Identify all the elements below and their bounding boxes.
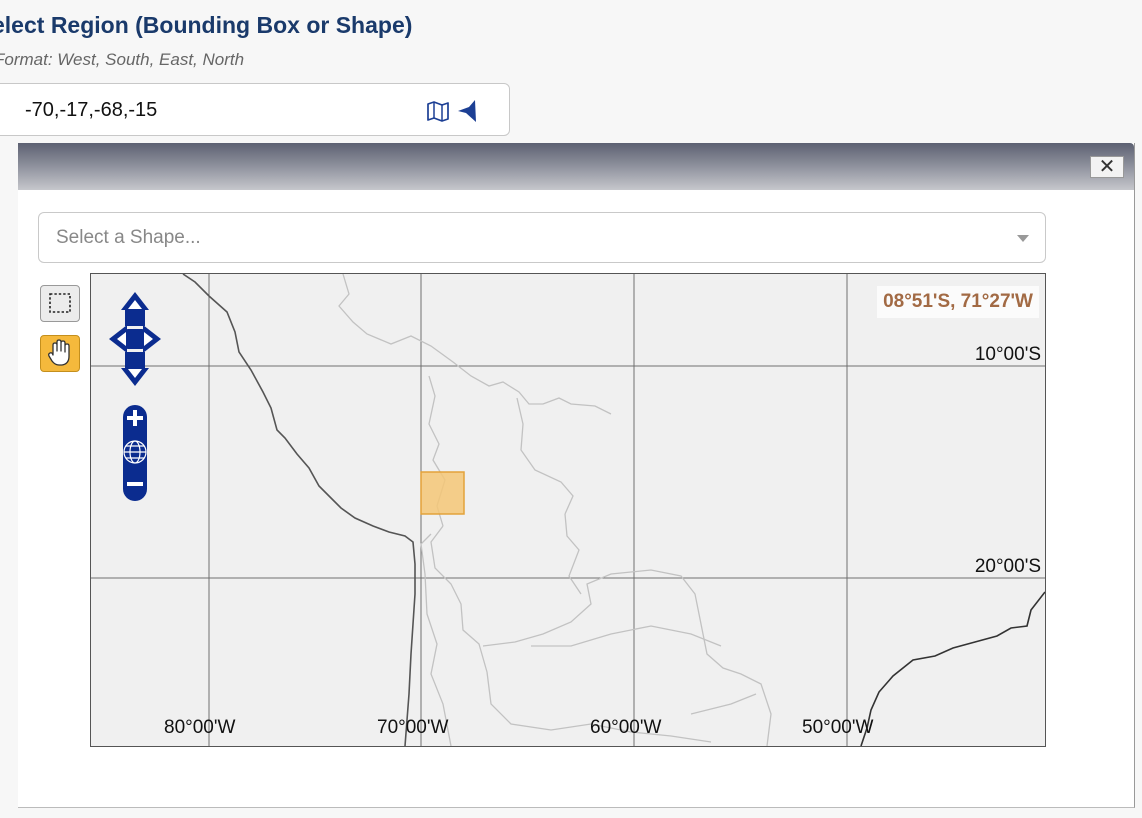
shape-select-placeholder: Select a Shape... — [56, 227, 201, 248]
map-graticule — [91, 274, 1045, 746]
lon-label-60w: 60°00'W — [590, 717, 662, 738]
map-dialog: ✕ Select a Shape... 08°51'S, 71°27'W 10°… — [18, 143, 1135, 808]
map-viewport[interactable]: 08°51'S, 71°27'W 10°00'S 20°00'S 80°00'W… — [90, 273, 1046, 747]
lat-label-20s: 20°00'S — [974, 556, 1041, 577]
map-icon[interactable] — [425, 98, 451, 124]
shape-select[interactable]: Select a Shape... — [38, 212, 1046, 263]
pan-zoom-control[interactable] — [109, 292, 161, 504]
pan-tool-button[interactable] — [40, 335, 80, 372]
lon-label-80w: 80°00'W — [164, 717, 236, 738]
chevron-down-icon — [1017, 235, 1029, 242]
lon-label-50w: 50°00'W — [802, 717, 874, 738]
selected-region[interactable] — [420, 471, 465, 515]
hand-pan-icon — [48, 339, 70, 366]
map-canvas — [91, 274, 1045, 746]
rectangle-select-icon — [49, 293, 71, 313]
lon-label-70w: 70°00'W — [377, 717, 449, 738]
close-icon[interactable]: ✕ — [1090, 156, 1124, 178]
map-east-coastline — [860, 591, 1045, 746]
format-hint: Format: West, South, East, North — [0, 50, 245, 69]
bbox-input[interactable] — [25, 96, 405, 124]
dialog-titlebar[interactable]: ✕ — [18, 143, 1134, 190]
bbox-input-container — [0, 83, 510, 136]
lat-label-10s: 10°00'S — [974, 344, 1041, 365]
map-borders — [338, 274, 772, 746]
map-coastline — [182, 274, 416, 746]
coordinate-readout: 08°51'S, 71°27'W — [877, 286, 1039, 318]
rectangle-select-button[interactable] — [40, 285, 80, 322]
page-title: elect Region (Bounding Box or Shape) — [0, 12, 413, 38]
shape-icon[interactable] — [456, 98, 482, 124]
